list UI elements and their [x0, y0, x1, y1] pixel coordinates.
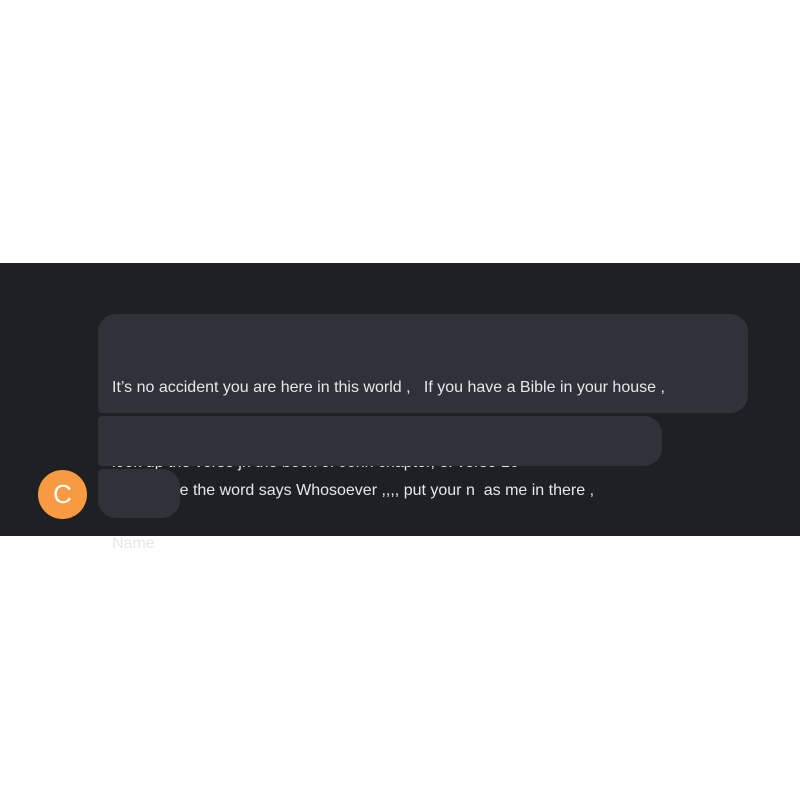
message-text-line: Name — [112, 535, 155, 552]
message-text-line: And where the word says Whosoever ,,,, p… — [112, 482, 595, 499]
chat-conversation-panel: It’s no accident you are here in this wo… — [0, 263, 800, 552]
sender-avatar[interactable]: C — [38, 470, 87, 519]
message-bubble[interactable]: It’s no accident you are here in this wo… — [98, 314, 748, 471]
screenshot-page: It’s no accident you are here in this wo… — [0, 0, 800, 800]
message-text-line: It’s no accident you are here in this wo… — [112, 379, 665, 396]
message-bubble[interactable]: Name — [98, 469, 180, 552]
message-bubble[interactable]: And where the word says Whosoever ,,,, p… — [98, 416, 662, 499]
